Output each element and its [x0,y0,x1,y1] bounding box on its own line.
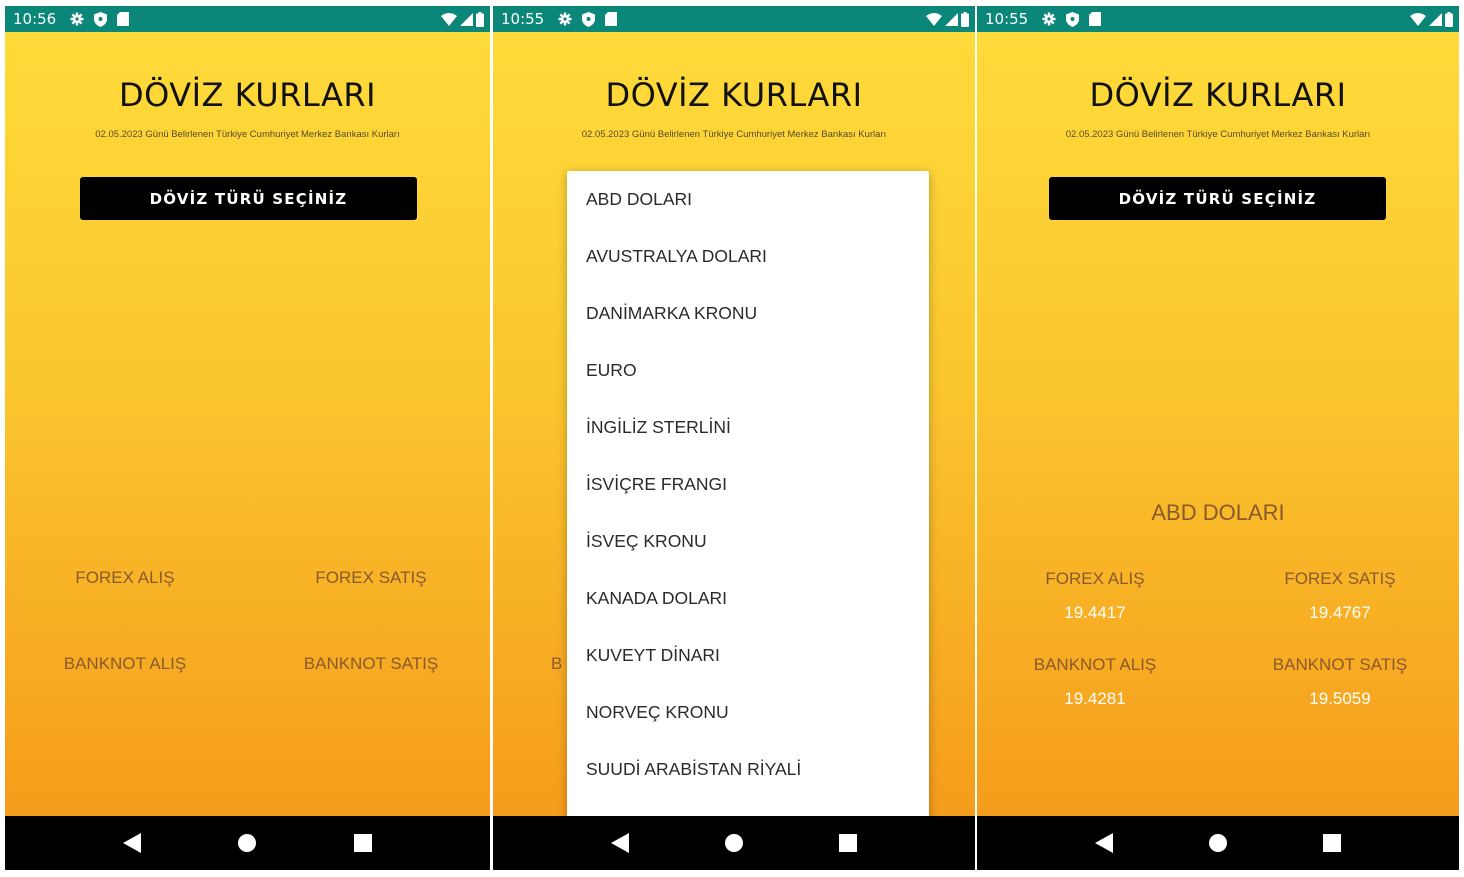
shield-icon [582,11,596,27]
gear-icon [70,12,84,26]
banknote-sell-value: 19.5059 [1309,689,1371,708]
app-content: DÖVİZ KURLARI 02.05.2023 Günü Belirlenen… [977,32,1459,816]
phone-screen-dropdown: 10:55 DÖVİZ KURLARI 02.05.2023 Günü Beli… [493,6,975,870]
dropdown-item[interactable]: İSVİÇRE FRANGI [567,456,929,513]
dropdown-item[interactable]: SUUDİ ARABİSTAN RİYALİ [567,741,929,798]
status-bar: 10:55 [977,6,1459,32]
dropdown-item[interactable]: EURO [567,342,929,399]
recents-icon[interactable] [353,834,372,852]
back-icon[interactable] [1094,833,1113,853]
home-icon[interactable] [237,833,257,853]
phone-screen-initial: 10:56 DÖVİZ KURLARI 02.05.2023 Günü Beli… [5,6,490,870]
app-content: DÖVİZ KURLARI 02.05.2023 Günü Belirlenen… [5,32,490,816]
dropdown-item[interactable]: AVUSTRALYA DOLARI [567,228,929,285]
page-subtitle: 02.05.2023 Günü Belirlenen Türkiye Cumhu… [581,129,887,140]
home-icon[interactable] [1208,833,1228,853]
status-time: 10:55 [985,10,1029,28]
page-title: DÖVİZ KURLARI [605,76,863,114]
navigation-bar [5,816,490,870]
select-currency-button[interactable]: DÖVİZ TÜRÜ SEÇİNİZ [1049,177,1386,220]
forex-sell-label: FOREX SATIŞ [1284,569,1396,588]
signal-icon [1429,12,1442,26]
navigation-bar [977,816,1459,870]
banknote-sell-label: BANKNOT SATIŞ [1272,655,1408,674]
battery-icon [476,11,484,27]
shield-icon [1066,11,1080,27]
forex-sell-value: 19.4767 [1309,603,1371,622]
page-subtitle: 02.05.2023 Günü Belirlenen Türkiye Cumhu… [95,129,400,140]
back-icon[interactable] [123,833,142,853]
signal-icon [945,12,958,26]
banknote-buy-label: BANKNOT ALIŞ [1033,655,1157,674]
shield-icon [94,11,108,27]
dropdown-item[interactable]: İSVEÇ KRONU [567,513,929,570]
currency-dropdown-menu: ABD DOLARI AVUSTRALYA DOLARI DANİMARKA K… [567,171,929,821]
page-title: DÖVİZ KURLARI [118,76,377,114]
signal-icon [460,12,473,26]
dropdown-item[interactable]: ABD DOLARI [567,171,929,228]
app-content: DÖVİZ KURLARI 02.05.2023 Günü Belirlenen… [493,32,975,821]
selected-currency-name: ABD DOLARI [1151,500,1285,525]
sd-card-icon [117,12,130,26]
phone-screen-result: 10:55 DÖVİZ KURLARI 02.05.2023 Günü Beli… [977,6,1459,870]
forex-buy-label: FOREX ALIŞ [75,568,175,587]
dropdown-item[interactable]: DANİMARKA KRONU [567,285,929,342]
home-icon[interactable] [724,833,744,853]
forex-buy-value: 19.4417 [1064,603,1126,622]
status-time: 10:55 [501,10,545,28]
banknote-sell-label: BANKNOT SATIŞ [303,654,439,673]
banknote-buy-label: BANKNOT ALIŞ [63,654,187,673]
select-currency-button[interactable]: DÖVİZ TÜRÜ SEÇİNİZ [80,177,417,220]
banknote-buy-value: 19.4281 [1064,689,1126,708]
status-time: 10:56 [13,10,57,28]
dropdown-item[interactable]: KUVEYT DİNARI [567,627,929,684]
navigation-bar [493,816,975,870]
gear-icon [558,12,572,26]
sd-card-icon [605,12,618,26]
dropdown-item[interactable]: İNGİLİZ STERLİNİ [567,399,929,456]
status-bar: 10:55 [493,6,975,32]
wifi-icon [1410,12,1426,26]
sd-card-icon [1089,12,1102,26]
back-icon[interactable] [610,833,629,853]
recents-icon[interactable] [1323,834,1342,852]
status-bar: 10:56 [5,6,490,32]
banknote-buy-label-partial: B [551,654,563,673]
wifi-icon [441,12,457,26]
dropdown-item[interactable]: KANADA DOLARI [567,570,929,627]
battery-icon [961,11,969,27]
gear-icon [1042,12,1056,26]
wifi-icon [926,12,942,26]
forex-buy-label: FOREX ALIŞ [1045,569,1145,588]
forex-sell-label: FOREX SATIŞ [315,568,427,587]
battery-icon [1445,11,1453,27]
dropdown-item[interactable]: NORVEÇ KRONU [567,684,929,741]
page-subtitle: 02.05.2023 Günü Belirlenen Türkiye Cumhu… [1065,129,1371,140]
recents-icon[interactable] [839,834,858,852]
page-title: DÖVİZ KURLARI [1089,76,1347,114]
